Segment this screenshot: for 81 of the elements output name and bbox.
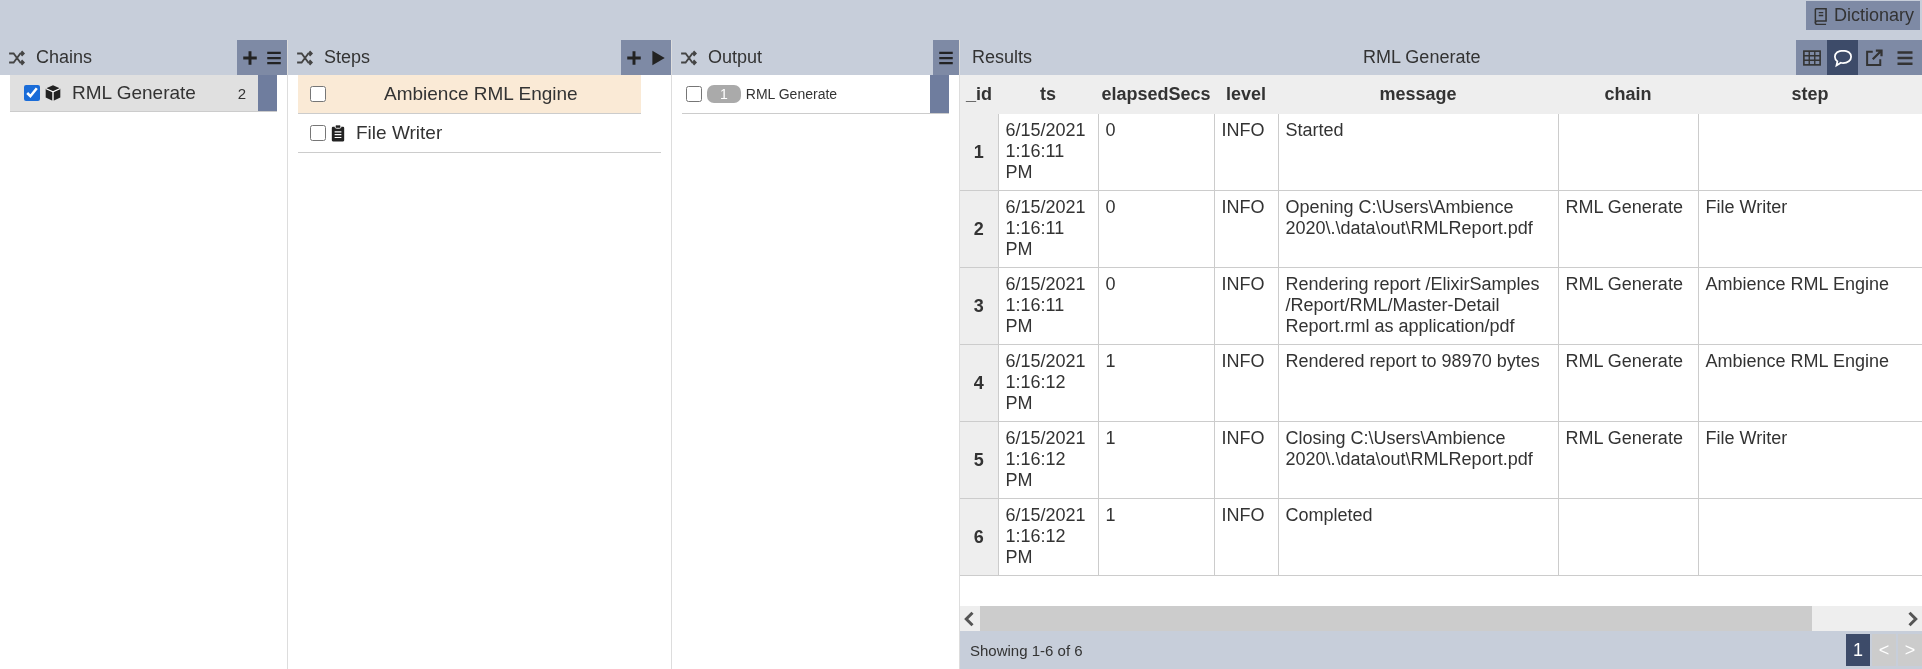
- table-cell: INFO: [1214, 114, 1278, 191]
- table-cell: 6/15/2021 1:16:12 PM: [998, 344, 1098, 422]
- row-handle[interactable]: [930, 75, 949, 113]
- speech-bubble-icon: [1832, 47, 1853, 68]
- row-number: 2: [960, 190, 998, 268]
- table-cell: Rendered report to 98970 bytes: [1278, 344, 1558, 422]
- output-name: RML Generate: [745, 86, 838, 102]
- column-header[interactable]: elapsedSecs: [1098, 75, 1214, 114]
- comment-view-button[interactable]: [1827, 40, 1858, 75]
- table-cell: 6/15/2021 1:16:11 PM: [998, 114, 1098, 191]
- column-header[interactable]: _id: [960, 75, 998, 114]
- column-header[interactable]: message: [1278, 75, 1558, 114]
- step-count: 2: [237, 84, 246, 102]
- table-cell: INFO: [1214, 190, 1278, 268]
- grid-icon: [1801, 47, 1822, 68]
- table-cell: RML Generate: [1558, 190, 1698, 268]
- clipboard-icon: [329, 124, 347, 142]
- results-subtitle: RML Generate: [1363, 47, 1481, 68]
- table-cell: RML Generate: [1558, 267, 1698, 345]
- table-cell: INFO: [1214, 267, 1278, 345]
- shuffle-icon: [680, 48, 698, 67]
- table-cell: 0: [1098, 190, 1214, 268]
- chain-item[interactable]: RML Generate 2: [10, 75, 277, 112]
- column-header[interactable]: step: [1698, 75, 1922, 114]
- step-item[interactable]: Ambience RML Engine: [298, 75, 641, 114]
- row-number: 4: [960, 344, 998, 422]
- table-cell: 6/15/2021 1:16:12 PM: [998, 421, 1098, 499]
- row-count-status: Showing 1-6 of 6: [970, 641, 1083, 659]
- table-cell: INFO: [1214, 421, 1278, 499]
- table-cell: Ambience RML Engine: [1698, 267, 1922, 345]
- panel-title: Chains: [36, 47, 93, 68]
- table-cell: 0: [1098, 114, 1214, 191]
- column-header[interactable]: ts: [998, 75, 1098, 114]
- output-item[interactable]: 1 RML Generate: [682, 75, 949, 114]
- checkbox[interactable]: [686, 86, 702, 102]
- table-cell: Started: [1278, 114, 1558, 191]
- step-name: File Writer: [356, 122, 443, 144]
- table-cell: Ambience RML Engine: [1698, 344, 1922, 422]
- shuffle-icon: [296, 48, 314, 67]
- table-cell: 1: [1098, 421, 1214, 499]
- table-cell: File Writer: [1698, 421, 1922, 499]
- row-number: 5: [960, 421, 998, 499]
- table-cell: Rendering report /ElixirSamples /Report/RML/Master-Detail Report.rml as application/pdf: [1278, 267, 1558, 345]
- play-icon[interactable]: [649, 48, 667, 67]
- table-cell: INFO: [1214, 498, 1278, 576]
- table-cell: RML Generate: [1558, 421, 1698, 499]
- checkbox[interactable]: [310, 86, 326, 102]
- checkbox[interactable]: [24, 85, 40, 101]
- table-cell: RML Generate: [1558, 344, 1698, 422]
- add-icon[interactable]: [625, 48, 643, 67]
- add-icon[interactable]: [241, 48, 259, 67]
- table-cell: 6/15/2021 1:16:11 PM: [998, 267, 1098, 345]
- cube-icon: [44, 84, 62, 102]
- dictionary-button[interactable]: Dictionary: [1805, 1, 1920, 30]
- step-name: Ambience RML Engine: [384, 83, 578, 105]
- external-link-icon: [1863, 47, 1884, 68]
- table-cell: 6/15/2021 1:16:12 PM: [998, 498, 1098, 576]
- row-number: 6: [960, 498, 998, 576]
- table-cell: 0: [1098, 267, 1214, 345]
- table-cell: INFO: [1214, 344, 1278, 422]
- table-cell: Completed: [1278, 498, 1558, 576]
- panel-title: Results: [972, 47, 1033, 68]
- row-number: 1: [960, 114, 998, 191]
- column-header[interactable]: chain: [1558, 75, 1698, 114]
- row-number: 3: [960, 267, 998, 345]
- table-cell: 6/15/2021 1:16:11 PM: [998, 190, 1098, 268]
- shuffle-icon: [8, 48, 26, 67]
- page-button[interactable]: 1: [1846, 634, 1870, 666]
- count-badge: 1: [707, 85, 741, 103]
- table-cell: Closing C:\Users\Ambience 2020\.\data\out\RMLReport.pdf: [1278, 421, 1558, 499]
- column-header[interactable]: level: [1214, 75, 1278, 114]
- chain-name: RML Generate: [72, 82, 196, 104]
- checkbox[interactable]: [310, 125, 326, 141]
- panel-title: Output: [708, 47, 763, 68]
- step-item[interactable]: File Writer: [298, 114, 661, 153]
- table-cell: 1: [1098, 344, 1214, 422]
- panel-title: Steps: [324, 47, 371, 68]
- row-handle[interactable]: [258, 75, 277, 111]
- table-cell: 1: [1098, 498, 1214, 576]
- table-cell: File Writer: [1698, 190, 1922, 268]
- table-cell: Opening C:\Users\Ambience 2020\.\data\out\RMLReport.pdf: [1278, 190, 1558, 268]
